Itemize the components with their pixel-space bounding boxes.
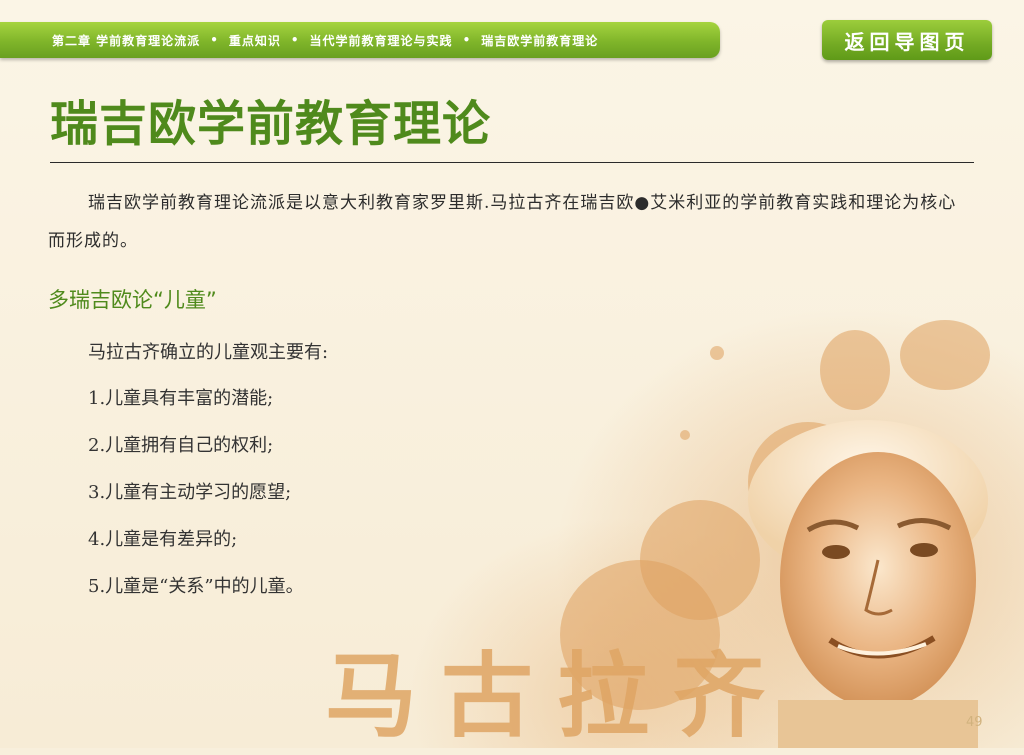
ink-splash — [820, 330, 890, 410]
intro-paragraph: 瑞吉欧学前教育理论流派是以意大利教育家罗里斯.马拉古齐在瑞吉欧●艾米利亚的学前教… — [48, 193, 957, 251]
section-heading: 多瑞吉欧论“儿童” — [48, 288, 217, 312]
page-number: 49 — [966, 715, 983, 730]
breadcrumb-separator: • — [290, 33, 300, 47]
breadcrumb-separator: • — [210, 33, 219, 47]
back-to-mindmap-button[interactable]: 返回导图页 — [822, 20, 992, 60]
views-lead-text: 马拉古齐确立的儿童观主要有: — [88, 342, 329, 363]
breadcrumb-item-key-knowledge[interactable]: 重点知识 — [229, 32, 281, 49]
calligraphy-name-art: 马古拉齐 — [325, 642, 790, 750]
list-item: 4.儿童是有差异的; — [88, 529, 238, 550]
page-title: 瑞吉欧学前教育理论 — [50, 96, 492, 152]
list-item: 2.儿童拥有自己的权利; — [88, 435, 274, 456]
ink-splash — [680, 430, 690, 440]
ink-splash — [900, 320, 990, 390]
title-divider — [50, 162, 974, 163]
list-item: 1.儿童具有丰富的潜能; — [88, 388, 274, 409]
breadcrumb-item-reggio-emilia[interactable]: 瑞吉欧学前教育理论 — [481, 32, 598, 49]
list-item: 5.儿童是“关系”中的儿童。 — [88, 576, 304, 597]
list-item: 3.儿童有主动学习的愿望; — [88, 482, 292, 503]
breadcrumb: 第二章 学前教育理论流派 • 重点知识 • 当代学前教育理论与实践 • 瑞吉欧学… — [0, 22, 720, 58]
breadcrumb-item-chapter[interactable]: 第二章 学前教育理论流派 — [52, 32, 200, 49]
child-views-list: 1.儿童具有丰富的潜能; 2.儿童拥有自己的权利; 3.儿童有主动学习的愿望; … — [88, 384, 304, 619]
breadcrumb-item-contemporary-theory[interactable]: 当代学前教育理论与实践 — [310, 32, 453, 49]
ink-splash — [710, 346, 724, 360]
breadcrumb-separator: • — [462, 33, 472, 47]
